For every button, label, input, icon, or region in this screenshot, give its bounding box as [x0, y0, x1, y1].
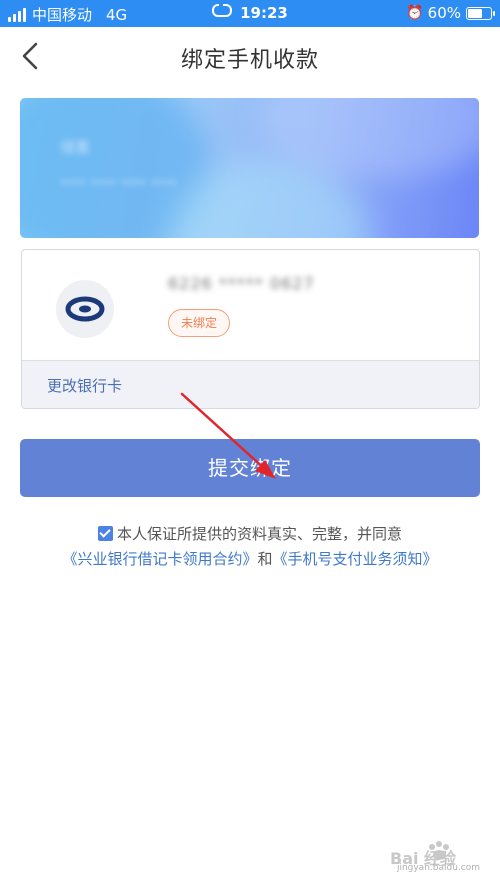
baidu-watermark: Bai 经验 jingyan.baidu.com [390, 839, 480, 879]
link-icon [212, 4, 233, 17]
status-bar-left: 中国移动 4G [8, 4, 127, 25]
card-banner: 储蓄 **** **** **** **** [20, 98, 479, 238]
debit-card-contract-link[interactable]: 《兴业银行借记卡领用合约》 [62, 550, 257, 568]
card-number: 6226 ***** 0627 [168, 274, 315, 293]
agreement-text: 本人保证所提供的资料真实、完整，并同意 [116, 525, 402, 543]
mobile-payment-notice-link[interactable]: 《手机号支付业务须知》 [273, 550, 438, 568]
alarm-icon: ⏰ [406, 5, 424, 21]
submit-bind-button[interactable]: 提交绑定 [20, 439, 480, 497]
bank-logo-svg [65, 296, 105, 322]
change-bank-link[interactable]: 更改银行卡 [47, 375, 122, 396]
status-badge: 未绑定 [168, 309, 231, 337]
signal-icon [8, 7, 26, 22]
agreement-checkbox[interactable] [97, 526, 113, 541]
status-bar: 中国移动 4G 19:23 ⏰ 60% [0, 0, 500, 27]
agreement-line2: 《兴业银行借记卡领用合约》和《手机号支付业务须知》 [0, 547, 500, 572]
bank-card: 6226 ***** 0627 未绑定 更改银行卡 [21, 249, 480, 409]
nav-bar: 绑定手机收款 [0, 27, 500, 85]
agreement-line1: 本人保证所提供的资料真实、完整，并同意 [0, 522, 500, 547]
watermark-url: jingyan.baidu.com [396, 863, 480, 873]
page-title: 绑定手机收款 [180, 48, 319, 73]
bank-card-info: 6226 ***** 0627 未绑定 [22, 250, 479, 360]
network-type: 4G [106, 5, 128, 24]
status-bar-right: ⏰ 60% [406, 4, 495, 22]
banner-blurred-number: **** **** **** **** [60, 178, 177, 193]
carrier-name: 中国移动 [32, 6, 93, 24]
status-time: 19:23 [240, 4, 288, 22]
battery-icon [466, 6, 495, 20]
battery-fill [468, 8, 483, 18]
change-bank-row[interactable]: 更改银行卡 [22, 360, 479, 408]
agreement: 本人保证所提供的资料真实、完整，并同意 《兴业银行借记卡领用合约》和《手机号支付… [0, 522, 500, 572]
cib-bank-logo-icon [56, 280, 114, 338]
battery-percent: 60% [427, 4, 461, 22]
banner-blurred-title: 储蓄 [60, 138, 91, 156]
agreement-conjunction: 和 [257, 550, 273, 568]
